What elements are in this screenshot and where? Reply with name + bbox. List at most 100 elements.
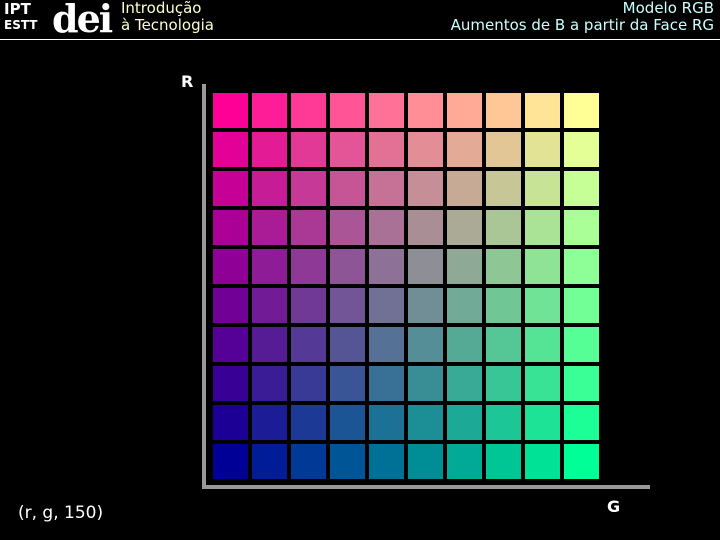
color-cell [291,327,326,362]
color-cell [564,171,599,206]
color-cell [252,366,287,401]
course-line-2: à Tecnologia [121,16,214,34]
color-cell [213,288,248,323]
color-cell [525,288,560,323]
color-cell [408,93,443,128]
color-cell [213,249,248,284]
color-cell [213,366,248,401]
color-cell [564,288,599,323]
color-cell [369,327,404,362]
color-cell [564,249,599,284]
color-cell [408,327,443,362]
color-cell [525,132,560,167]
color-cell [447,93,482,128]
color-cell [447,210,482,245]
color-cell [486,210,521,245]
color-cell [252,249,287,284]
color-cell [564,93,599,128]
color-cell [447,405,482,440]
logo-dei: dei [52,0,113,41]
color-cell [291,210,326,245]
color-cell [330,405,365,440]
color-cell [369,210,404,245]
color-cell [330,444,365,479]
color-cell [408,249,443,284]
slide-title: Modelo RGB Aumentos de B a partir da Fac… [451,0,714,34]
title-line-1: Modelo RGB [622,0,714,17]
color-cell [330,132,365,167]
color-cell [486,132,521,167]
color-cell [525,171,560,206]
color-cell [252,171,287,206]
color-cell [486,327,521,362]
color-cell [252,93,287,128]
color-cell [447,366,482,401]
color-cell [525,444,560,479]
color-cell [213,327,248,362]
color-cell [525,210,560,245]
color-cell [291,171,326,206]
color-cell [486,288,521,323]
color-cell [369,132,404,167]
g-axis-label: G [607,497,621,516]
color-cell [564,132,599,167]
color-cell [408,132,443,167]
color-cell [486,249,521,284]
course-line-1: Introdução [121,0,202,17]
color-cell [447,249,482,284]
color-cell [291,93,326,128]
fixed-blue-note: (r, g, 150) [18,503,104,523]
r-axis [202,84,206,489]
color-cell [213,444,248,479]
color-cell [369,93,404,128]
slide: IPT ESTT dei Introdução à Tecnologia Mod… [0,0,720,540]
title-line-2: Aumentos de B a partir da Face RG [450,16,714,34]
color-cell [447,444,482,479]
color-cell [291,405,326,440]
color-cell [525,405,560,440]
color-cell [252,210,287,245]
color-cell [369,249,404,284]
color-cell [408,405,443,440]
color-cell [213,171,248,206]
logo-estt: ESTT [4,18,38,32]
color-cell [408,210,443,245]
color-cell [369,171,404,206]
r-axis-label: R [181,72,194,91]
color-cell [525,249,560,284]
color-cell [291,288,326,323]
color-cell [369,366,404,401]
color-cell [564,444,599,479]
color-cell [486,171,521,206]
color-cell [408,366,443,401]
color-cell [447,327,482,362]
color-cell [291,444,326,479]
color-cell [330,171,365,206]
color-cell [486,444,521,479]
g-axis [202,485,650,489]
color-cell [213,405,248,440]
color-cell [369,444,404,479]
color-cell [330,210,365,245]
course-title: Introdução à Tecnologia [121,0,214,34]
color-cell [252,327,287,362]
color-cell [369,288,404,323]
color-cell [252,405,287,440]
color-cell [213,93,248,128]
color-cell [486,366,521,401]
color-cell [291,132,326,167]
color-cell [525,327,560,362]
color-cell [447,132,482,167]
header-divider [0,39,720,40]
color-cell [330,327,365,362]
color-cell [291,249,326,284]
color-cell [564,210,599,245]
color-cell [330,366,365,401]
color-cell [525,93,560,128]
color-cell [447,171,482,206]
color-cell [486,405,521,440]
color-cell [564,366,599,401]
color-cell [408,288,443,323]
color-cell [252,444,287,479]
color-cell [408,171,443,206]
